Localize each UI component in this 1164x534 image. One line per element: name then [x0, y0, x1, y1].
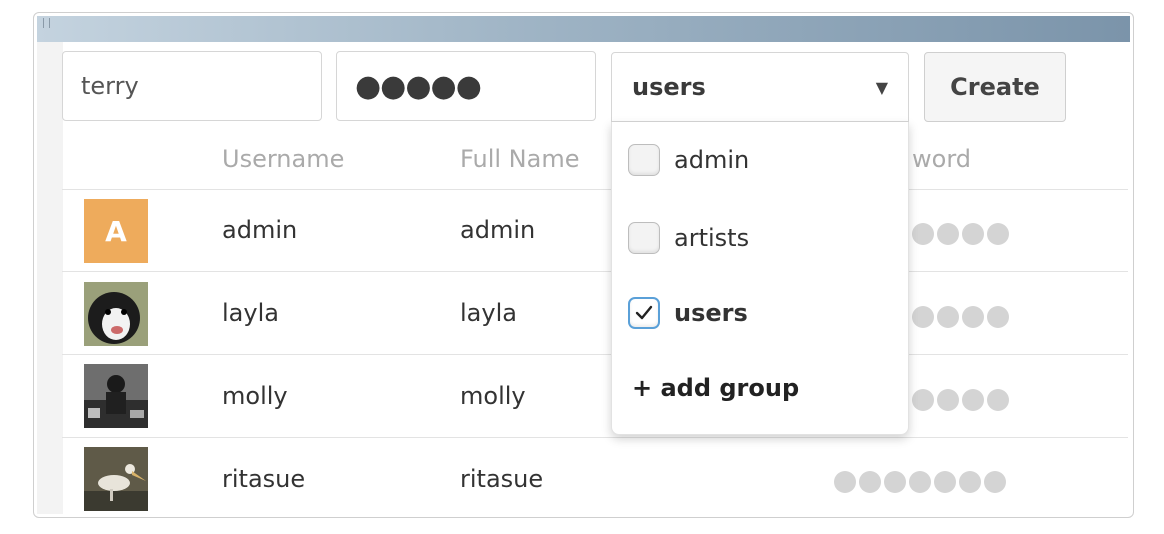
group-option-artists[interactable]: artists — [628, 218, 749, 258]
username-cell: molly — [222, 382, 288, 410]
column-header-username[interactable]: Username — [222, 145, 344, 173]
checkbox-checked-icon[interactable] — [628, 297, 660, 329]
group-option-label: artists — [674, 224, 750, 252]
group-select-value: users — [632, 73, 706, 101]
password-dots — [834, 471, 1006, 493]
row-divider — [62, 271, 1128, 272]
group-option-label: users — [674, 299, 748, 327]
column-header-fullname[interactable]: Full Name — [460, 145, 579, 173]
avatar-bw-photo — [84, 364, 148, 428]
row-divider — [62, 437, 1128, 438]
username-input[interactable]: terry — [62, 51, 322, 121]
row-divider — [62, 354, 1128, 355]
password-input-value: ●●●●● — [355, 68, 482, 104]
grip-icon — [43, 18, 51, 28]
column-header-password[interactable]: word — [912, 145, 971, 173]
username-input-value: terry — [81, 72, 139, 100]
username-cell: ritasue — [222, 465, 306, 493]
password-dots — [912, 389, 1009, 411]
username-cell: admin — [222, 216, 298, 244]
password-input[interactable]: ●●●●● — [336, 51, 596, 121]
group-dropdown-menu: admin artists users + add group — [611, 122, 909, 435]
group-select[interactable]: users ▼ — [611, 52, 909, 122]
avatar: A — [84, 199, 148, 263]
fullname-cell: layla — [460, 299, 517, 327]
group-option-users[interactable]: users — [628, 293, 748, 333]
group-option-label: admin — [674, 146, 750, 174]
row-divider — [62, 189, 1128, 190]
fullname-cell: admin — [460, 216, 536, 244]
title-bar — [37, 16, 1130, 42]
avatar-pelican-photo — [84, 447, 148, 511]
chevron-down-icon: ▼ — [875, 77, 888, 97]
password-dots — [912, 223, 1009, 245]
fullname-cell: molly — [460, 382, 526, 410]
password-dots — [912, 306, 1009, 328]
add-group-link[interactable]: + add group — [632, 374, 799, 402]
left-gutter — [37, 42, 63, 514]
avatar-dog-photo — [84, 282, 148, 346]
username-cell: layla — [222, 299, 279, 327]
fullname-cell: ritasue — [460, 465, 544, 493]
checkbox-icon[interactable] — [628, 144, 660, 176]
checkbox-icon[interactable] — [628, 222, 660, 254]
create-button[interactable]: Create — [924, 52, 1066, 122]
group-option-admin[interactable]: admin — [628, 140, 749, 180]
